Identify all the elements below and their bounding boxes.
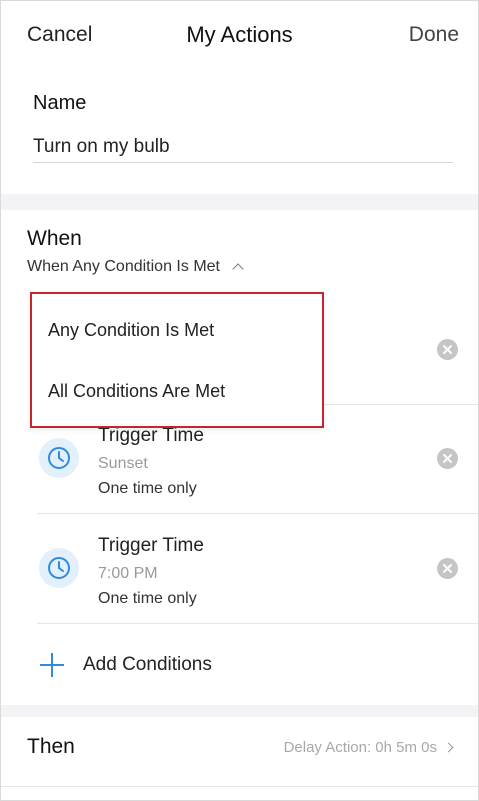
clock-icon [39, 548, 79, 588]
name-input[interactable] [33, 132, 453, 163]
delay-action-selector[interactable]: Delay Action: 0h 5m 0s [283, 738, 454, 756]
remove-circle-icon[interactable] [437, 339, 458, 360]
section-divider [0, 705, 479, 717]
delay-action-label: Delay Action: 0h 5m 0s [283, 738, 437, 756]
clock-icon [39, 438, 79, 478]
done-button[interactable]: Done [409, 23, 459, 47]
name-section: Name [0, 72, 479, 194]
add-conditions-button[interactable]: Add Conditions [37, 640, 479, 690]
condition-title: Trigger Time [98, 425, 204, 446]
nav-bar: Cancel My Actions Done [0, 0, 479, 72]
chevron-up-icon [232, 263, 244, 275]
add-conditions-label: Add Conditions [83, 654, 212, 675]
page-title: My Actions [186, 22, 293, 47]
dropdown-option-all[interactable]: All Conditions Are Met [48, 381, 225, 402]
condition-frequency: One time only [98, 480, 197, 497]
my-actions-screen: Cancel My Actions Done Name When When An… [0, 0, 479, 801]
condition-row[interactable]: Trigger Time 7:00 PM One time only [37, 514, 479, 624]
section-divider [0, 194, 479, 210]
condition-title: Trigger Time [98, 535, 204, 556]
remove-circle-icon[interactable] [437, 558, 458, 579]
when-section: When When Any Condition Is Met Trigger T… [0, 210, 479, 705]
divider [0, 786, 479, 787]
condition-mode-dropdown: Any Condition Is Met All Conditions Are … [30, 292, 324, 428]
dropdown-option-any[interactable]: Any Condition Is Met [48, 320, 214, 341]
when-title: When [27, 227, 82, 250]
remove-circle-icon[interactable] [437, 448, 458, 469]
chevron-right-icon [443, 742, 454, 752]
condition-mode-selector[interactable]: When Any Condition Is Met [27, 258, 244, 276]
name-label: Name [33, 92, 87, 114]
then-title: Then [27, 735, 75, 758]
condition-mode-label: When Any Condition Is Met [27, 258, 220, 275]
plus-icon [40, 653, 64, 677]
condition-frequency: One time only [98, 590, 197, 607]
condition-time: 7:00 PM [98, 565, 158, 582]
then-section: Then Delay Action: 0h 5m 0s [0, 717, 479, 777]
condition-time: Sunset [98, 455, 148, 472]
